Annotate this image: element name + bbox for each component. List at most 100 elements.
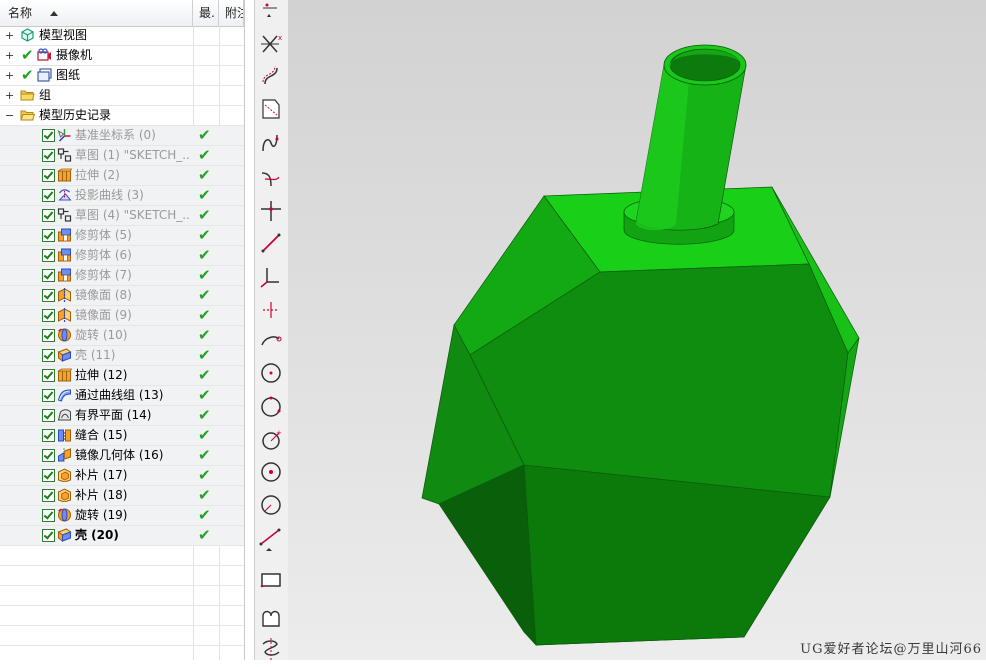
shape-icon[interactable] <box>257 604 285 632</box>
feature-row[interactable]: 旋转 (19) ✔ <box>0 506 244 526</box>
arc-icon[interactable] <box>257 327 285 355</box>
feature-label: 修剪体 (6) <box>75 248 132 262</box>
empty-row <box>0 626 244 646</box>
feature-checkbox[interactable] <box>42 469 55 482</box>
feature-checkbox[interactable] <box>42 209 55 222</box>
expand-icon[interactable]: + <box>5 90 14 101</box>
point-icon[interactable] <box>257 296 285 324</box>
feature-checkbox[interactable] <box>42 169 55 182</box>
mirror-geometry-icon <box>58 448 71 462</box>
feature-checkbox[interactable] <box>42 429 55 442</box>
feature-row[interactable]: 拉伸 (12) ✔ <box>0 366 244 386</box>
tree-node-drawings[interactable]: + ✔ 图纸 <box>0 66 244 86</box>
feature-checkbox[interactable] <box>42 509 55 522</box>
feature-row[interactable]: 拉伸 (2) ✔ <box>0 166 244 186</box>
column-header-name[interactable]: 名称 <box>0 0 193 26</box>
feature-row[interactable]: 缝合 (15) ✔ <box>0 426 244 446</box>
lower-right-face <box>523 464 831 646</box>
feature-row[interactable]: 旋转 (10) ✔ <box>0 326 244 346</box>
feature-row[interactable]: 镜像面 (9) ✔ <box>0 306 244 326</box>
visible-check-icon[interactable]: ✔ <box>21 67 34 83</box>
expand-icon[interactable]: + <box>5 50 14 61</box>
feature-checkbox[interactable] <box>42 149 55 162</box>
feature-checkbox[interactable] <box>42 449 55 462</box>
trim-curve-icon[interactable]: x <box>257 30 285 58</box>
column-header-attached[interactable]: 附注 <box>219 0 244 26</box>
feature-row[interactable]: 壳 (11) ✔ <box>0 346 244 366</box>
camera-icon <box>37 48 51 61</box>
feature-checkbox[interactable] <box>42 309 55 322</box>
line-icon[interactable] <box>257 229 285 257</box>
tree-node-model-history[interactable]: − 模型历史记录 <box>0 106 244 126</box>
feature-row[interactable]: 补片 (17) ✔ <box>0 466 244 486</box>
tree-node-cameras[interactable]: + ✔ 摄像机 <box>0 46 244 66</box>
tree-node-model-views[interactable]: + 模型视图 <box>0 26 244 46</box>
visible-check-icon[interactable]: ✔ <box>21 47 34 63</box>
feature-checkbox[interactable] <box>42 289 55 302</box>
feature-checkbox[interactable] <box>42 249 55 262</box>
feature-row[interactable]: 镜像面 (8) ✔ <box>0 286 244 306</box>
feature-row[interactable]: 草图 (1) "SKETCH_... ✔ <box>0 146 244 166</box>
feature-row[interactable]: 有界平面 (14) ✔ <box>0 406 244 426</box>
tree-node-groups[interactable]: + 组 <box>0 86 244 106</box>
folder-icon <box>20 90 35 101</box>
feature-row[interactable]: 草图 (4) "SKETCH_... ✔ <box>0 206 244 226</box>
feature-row[interactable]: 补片 (18) ✔ <box>0 486 244 506</box>
offset-curve-icon[interactable] <box>257 62 285 90</box>
feature-checkbox[interactable] <box>42 329 55 342</box>
feature-row[interactable]: 通过曲线组 (13) ✔ <box>0 386 244 406</box>
bottle-body[interactable] <box>421 186 860 646</box>
feature-label: 旋转 (19) <box>75 508 128 522</box>
rectangle-icon[interactable] <box>257 566 285 594</box>
feature-checkbox[interactable] <box>42 409 55 422</box>
circle-tangent-icon[interactable] <box>257 458 285 486</box>
collapse-icon[interactable]: − <box>5 110 14 121</box>
tree-node-label: 模型历史记录 <box>39 108 112 122</box>
column-header-latest[interactable]: 最. <box>193 0 219 26</box>
feature-label: 壳 (20) <box>75 528 119 542</box>
feature-checkbox[interactable] <box>42 269 55 282</box>
section-icon[interactable] <box>257 95 285 123</box>
bridge-curve-icon[interactable] <box>257 129 285 157</box>
feature-checkbox[interactable] <box>42 529 55 542</box>
tree-node-label: 模型视图 <box>39 28 88 42</box>
expand-icon[interactable]: + <box>5 70 14 81</box>
feature-checkbox[interactable] <box>42 389 55 402</box>
expand-icon[interactable]: + <box>5 30 14 41</box>
feature-label: 缝合 (15) <box>75 428 128 442</box>
curve-network-icon[interactable] <box>257 0 285 28</box>
polyline-icon[interactable] <box>257 524 285 552</box>
fillet-curve-icon[interactable] <box>257 163 285 191</box>
empty-row <box>0 546 244 566</box>
feature-row[interactable]: 壳 (20) ✔ <box>0 526 244 546</box>
feature-checkbox[interactable] <box>42 229 55 242</box>
feature-row[interactable]: 投影曲线 (3) ✔ <box>0 186 244 206</box>
feature-checkbox[interactable] <box>42 189 55 202</box>
circle-3pt-icon[interactable]: + <box>257 426 285 454</box>
mirror-face-icon <box>58 308 71 322</box>
up-to-date-check-icon: ✔ <box>198 406 211 424</box>
part-navigator: 名称 最. 附注 + 模型视图 + ✔ <box>0 0 245 660</box>
feature-row[interactable]: 镜像几何体 (16) ✔ <box>0 446 244 466</box>
circle-icon[interactable] <box>257 359 285 387</box>
feature-row[interactable]: 基准坐标系 (0) ✔ <box>0 126 244 146</box>
feature-checkbox[interactable] <box>42 369 55 382</box>
sew-icon <box>58 429 71 442</box>
circle-center-icon[interactable] <box>257 393 285 421</box>
intersect-icon[interactable] <box>257 197 285 225</box>
feature-checkbox[interactable] <box>42 349 55 362</box>
circle-point-icon[interactable] <box>257 491 285 519</box>
feature-label: 草图 (1) "SKETCH_... <box>75 148 191 162</box>
feature-label: 镜像几何体 (16) <box>75 448 164 462</box>
feature-row[interactable]: 修剪体 (6) ✔ <box>0 246 244 266</box>
up-to-date-check-icon: ✔ <box>198 266 211 284</box>
feature-checkbox[interactable] <box>42 129 55 142</box>
trim-body-icon <box>58 228 71 242</box>
feature-row[interactable]: 修剪体 (5) ✔ <box>0 226 244 246</box>
feature-checkbox[interactable] <box>42 489 55 502</box>
feature-row[interactable]: 修剪体 (7) ✔ <box>0 266 244 286</box>
graphics-viewport[interactable]: UG爱好者论坛@万里山河66 <box>288 0 986 660</box>
extrude-icon <box>57 168 72 182</box>
axis-icon[interactable] <box>257 262 285 290</box>
up-to-date-check-icon: ✔ <box>198 326 211 344</box>
